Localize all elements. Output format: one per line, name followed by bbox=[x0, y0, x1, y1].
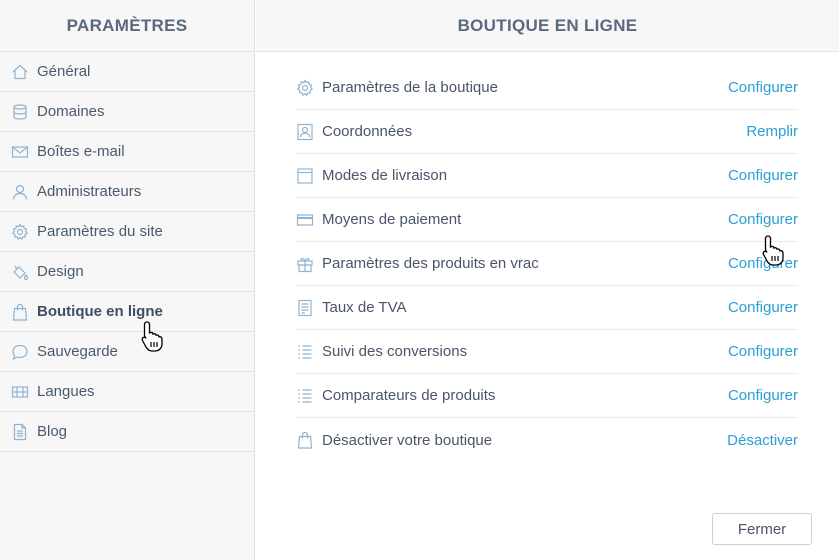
configure-link[interactable]: Configurer bbox=[728, 167, 798, 184]
row-label: Désactiver votre boutique bbox=[322, 431, 493, 449]
credit-card-icon bbox=[296, 211, 314, 229]
sidebar-item-label: Design bbox=[37, 263, 84, 280]
sidebar-item-label: Blog bbox=[37, 423, 68, 440]
configure-link[interactable]: Configurer bbox=[728, 343, 798, 360]
sidebar-item-label: Boutique en ligne bbox=[37, 303, 163, 320]
list-item-product-comparators: Comparateurs de produits Configurer bbox=[296, 374, 798, 418]
sidebar-item-label: Paramètres du site bbox=[37, 223, 163, 240]
store-settings-list: Paramètres de la boutique Configurer Coo… bbox=[296, 66, 798, 462]
configure-link[interactable]: Configurer bbox=[728, 255, 798, 272]
database-icon bbox=[11, 103, 29, 121]
configure-link[interactable]: Configurer bbox=[728, 299, 798, 316]
user-icon bbox=[11, 183, 29, 201]
sidebar-title: PARAMÈTRES bbox=[0, 0, 254, 52]
configure-link[interactable]: Configurer bbox=[728, 79, 798, 96]
row-label: Taux de TVA bbox=[322, 299, 407, 316]
sidebar-item-label: Boîtes e-mail bbox=[37, 143, 125, 160]
shopping-bag-icon bbox=[11, 303, 29, 321]
list-icon bbox=[296, 343, 314, 361]
list-item-shipping-methods: Modes de livraison Configurer bbox=[296, 154, 798, 198]
row-label: Moyens de paiement bbox=[322, 211, 462, 228]
row-label: Paramètres de la boutique bbox=[322, 79, 498, 96]
list-item-contact-details: Coordonnées Remplir bbox=[296, 110, 798, 154]
sidebar-item-administrators[interactable]: Administrateurs bbox=[0, 172, 254, 212]
sidebar-item-site-settings[interactable]: Paramètres du site bbox=[0, 212, 254, 252]
list-item-deactivate-store: Désactiver votre boutique Désactiver bbox=[296, 418, 798, 462]
paint-bucket-icon bbox=[11, 263, 29, 281]
configure-link[interactable]: Configurer bbox=[728, 211, 798, 228]
gift-icon bbox=[296, 255, 314, 273]
list-item-vat-rates: Taux de TVA Configurer bbox=[296, 286, 798, 330]
sidebar-item-languages[interactable]: Langues bbox=[0, 372, 254, 412]
sidebar-item-design[interactable]: Design bbox=[0, 252, 254, 292]
gear-icon bbox=[11, 222, 29, 241]
sidebar-item-online-store[interactable]: Boutique en ligne bbox=[0, 292, 254, 332]
list-item-store-settings: Paramètres de la boutique Configurer bbox=[296, 66, 798, 110]
online-store-panel: BOUTIQUE EN LIGNE Paramètres de la bouti… bbox=[256, 0, 839, 560]
sidebar-item-label: Administrateurs bbox=[37, 183, 142, 200]
mail-icon bbox=[11, 143, 29, 161]
row-label: Coordonnées bbox=[322, 123, 413, 140]
document-icon bbox=[11, 423, 29, 441]
list-icon bbox=[296, 387, 314, 405]
page-title: BOUTIQUE EN LIGNE bbox=[256, 0, 839, 52]
sidebar-item-general[interactable]: Général bbox=[0, 52, 254, 92]
sidebar-item-backup[interactable]: Sauvegarde bbox=[0, 332, 254, 372]
sidebar-item-mailboxes[interactable]: Boîtes e-mail bbox=[0, 132, 254, 172]
box-icon bbox=[296, 167, 314, 185]
row-label: Paramètres des produits en vrac bbox=[322, 255, 539, 272]
fill-link[interactable]: Remplir bbox=[746, 123, 798, 140]
settings-sidebar: PARAMÈTRES Général Domaines Boîtes e-mai… bbox=[0, 0, 255, 560]
list-item-conversion-tracking: Suivi des conversions Configurer bbox=[296, 330, 798, 374]
home-icon bbox=[11, 63, 29, 81]
sidebar-item-label: Domaines bbox=[37, 103, 105, 120]
deactivate-link[interactable]: Désactiver bbox=[727, 432, 798, 449]
row-label: Suivi des conversions bbox=[322, 343, 468, 360]
list-item-bulk-products: Paramètres des produits en vrac Configur… bbox=[296, 242, 798, 286]
sidebar-item-domains[interactable]: Domaines bbox=[0, 92, 254, 132]
sidebar-item-blog[interactable]: Blog bbox=[0, 412, 254, 452]
receipt-icon bbox=[296, 299, 314, 317]
row-label: Modes de livraison bbox=[322, 167, 448, 184]
chat-bubble-icon bbox=[11, 343, 29, 361]
close-button[interactable]: Fermer bbox=[712, 513, 812, 545]
gear-icon bbox=[296, 78, 314, 97]
sidebar-item-label: Sauvegarde bbox=[37, 343, 118, 360]
shopping-bag-icon bbox=[296, 431, 314, 449]
list-item-payment-methods: Moyens de paiement Configurer bbox=[296, 198, 798, 242]
sidebar-item-label: Langues bbox=[37, 383, 95, 400]
configure-link[interactable]: Configurer bbox=[728, 387, 798, 404]
flags-icon bbox=[11, 383, 29, 401]
sidebar-item-label: Général bbox=[37, 63, 91, 80]
contact-card-icon bbox=[296, 123, 314, 141]
row-label: Comparateurs de produits bbox=[322, 387, 496, 404]
